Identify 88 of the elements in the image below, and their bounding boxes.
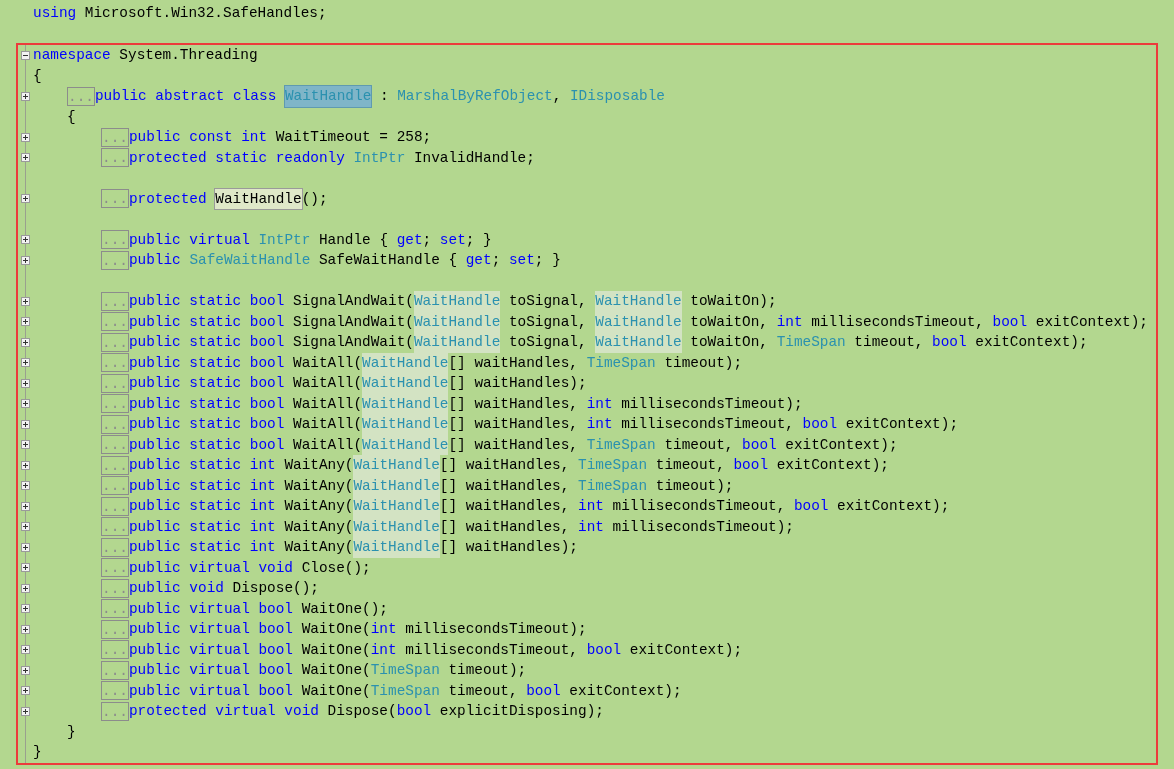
code-line: using Microsoft.Win32.SafeHandles; [33,4,327,23]
collapsed-block-marker[interactable]: ... [101,476,129,496]
collapsed-block-marker[interactable]: ... [101,353,129,373]
expand-toggle[interactable] [21,542,30,552]
code-line: public void Dispose(); [128,579,319,598]
collapsed-block-marker[interactable]: ... [101,312,129,332]
expand-toggle[interactable] [21,399,30,409]
expand-toggle[interactable] [21,358,30,368]
brace: { [67,107,76,127]
code-line: protected virtual void Dispose(bool explicitDisposing); [128,702,604,721]
code-line: public virtual bool WaitOne(TimeSpan timeout); [128,661,527,680]
expand-toggle[interactable] [21,686,30,696]
expand-toggle[interactable] [21,153,30,163]
collapsed-block-marker[interactable]: ... [67,86,95,106]
expand-toggle[interactable] [21,296,30,306]
expand-toggle[interactable] [21,645,30,655]
expand-toggle[interactable] [21,706,30,716]
brace: } [33,743,42,762]
code-line: public static bool SignalAndWait(WaitHandle toSignal, WaitHandle toWaitOn, int millisecondsTimeout, bool exitContext); [128,311,1148,332]
collapsed-block-marker[interactable]: ... [101,414,129,434]
expand-toggle[interactable] [21,501,30,511]
code-line: public SafeWaitHandle SafeWaitHandle { get; set; } [128,251,561,270]
code-line: public static bool WaitAll(WaitHandle[] waitHandles, int millisecondsTimeout); [128,393,803,414]
code-line: public static bool WaitAll(WaitHandle[] waitHandles, TimeSpan timeout); [128,352,743,373]
collapsed-block-marker[interactable]: ... [101,455,129,475]
code-line: public static int WaitAny(WaitHandle[] waitHandles, TimeSpan timeout, bool exitContext); [128,455,889,476]
collapsed-block-marker[interactable]: ... [101,701,129,721]
expand-toggle[interactable] [21,460,30,470]
code-line: public const int WaitTimeout = 258; [128,128,432,147]
collapsed-block-marker[interactable]: ... [101,660,129,680]
expand-toggle[interactable] [21,624,30,634]
code-line: public virtual bool WaitOne(int millisecondsTimeout, bool exitContext); [128,640,743,660]
expand-toggle[interactable] [21,419,30,429]
code-line: public static int WaitAny(WaitHandle[] waitHandles, int millisecondsTimeout); [128,516,794,537]
expand-toggle[interactable] [21,317,30,327]
code-line: public static bool SignalAndWait(WaitHandle toSignal, WaitHandle toWaitOn); [128,291,777,312]
brace: { [33,66,42,86]
collapsed-block-marker[interactable]: ... [101,332,129,352]
collapsed-block-marker[interactable]: ... [101,189,129,209]
expand-toggle[interactable] [21,194,30,204]
collapsed-block-marker[interactable]: ... [101,496,129,516]
code-line: namespace System.Threading [33,46,258,65]
code-line: public abstract class WaitHandle : MarshalByRefObject, IDisposable [94,86,665,107]
collapsed-block-marker[interactable]: ... [101,230,129,250]
collapsed-block-marker[interactable]: ... [101,619,129,639]
expand-toggle[interactable] [21,255,30,265]
collapse-toggle[interactable] [21,50,30,60]
code-line: public virtual void Close(); [128,558,371,578]
code-line: public virtual bool WaitOne(int millisecondsTimeout); [128,620,587,639]
collapsed-block-marker[interactable]: ... [101,435,129,455]
collapsed-block-marker[interactable]: ... [101,394,129,414]
expand-toggle[interactable] [21,583,30,593]
expand-toggle[interactable] [21,132,30,142]
collapsed-block-marker[interactable]: ... [101,640,129,660]
expand-toggle[interactable] [21,563,30,573]
code-line: public static int WaitAny(WaitHandle[] waitHandles, int millisecondsTimeout, bool exitContext); [128,496,950,517]
expand-toggle[interactable] [21,604,30,614]
collapsed-block-marker[interactable]: ... [101,517,129,537]
code-line: public virtual IntPtr Handle { get; set; } [128,230,492,250]
collapsed-block-marker[interactable]: ... [101,127,129,147]
code-line: protected WaitHandle(); [128,188,328,209]
expand-toggle[interactable] [21,378,30,388]
expand-toggle[interactable] [21,440,30,450]
code-line: public static bool WaitAll(WaitHandle[] waitHandles, int millisecondsTimeout, bool exitContext); [128,414,959,435]
expand-toggle[interactable] [21,337,30,347]
collapsed-block-marker[interactable]: ... [101,250,129,270]
collapsed-block-marker[interactable]: ... [101,681,129,701]
expand-toggle[interactable] [21,481,30,491]
expand-toggle[interactable] [21,235,30,245]
expand-toggle[interactable] [21,665,30,675]
code-line: public static int WaitAny(WaitHandle[] waitHandles); [128,537,578,558]
code-line: public static bool WaitAll(WaitHandle[] waitHandles); [128,373,587,394]
collapsed-block-marker[interactable]: ... [101,599,129,619]
code-line: public static bool SignalAndWait(WaitHandle toSignal, WaitHandle toWaitOn, TimeSpan timeout, bool exitContext); [128,332,1088,353]
expand-toggle[interactable] [21,522,30,532]
code-line: public static bool WaitAll(WaitHandle[] waitHandles, TimeSpan timeout, bool exitContext); [128,434,898,455]
collapsed-block-marker[interactable]: ... [101,291,129,311]
code-line: public static int WaitAny(WaitHandle[] waitHandles, TimeSpan timeout); [128,475,734,496]
collapsed-block-marker[interactable]: ... [101,373,129,393]
collapsed-block-marker[interactable]: ... [101,148,129,168]
brace: } [67,722,76,742]
expand-toggle[interactable] [21,91,30,101]
code-line: protected static readonly IntPtr InvalidHandle; [128,148,535,168]
code-line: public virtual bool WaitOne(); [128,599,388,619]
collapsed-block-marker[interactable]: ... [101,537,129,557]
collapsed-block-marker[interactable]: ... [101,578,129,598]
code-line: public virtual bool WaitOne(TimeSpan timeout, bool exitContext); [128,681,682,701]
collapsed-block-marker[interactable]: ... [101,558,129,578]
